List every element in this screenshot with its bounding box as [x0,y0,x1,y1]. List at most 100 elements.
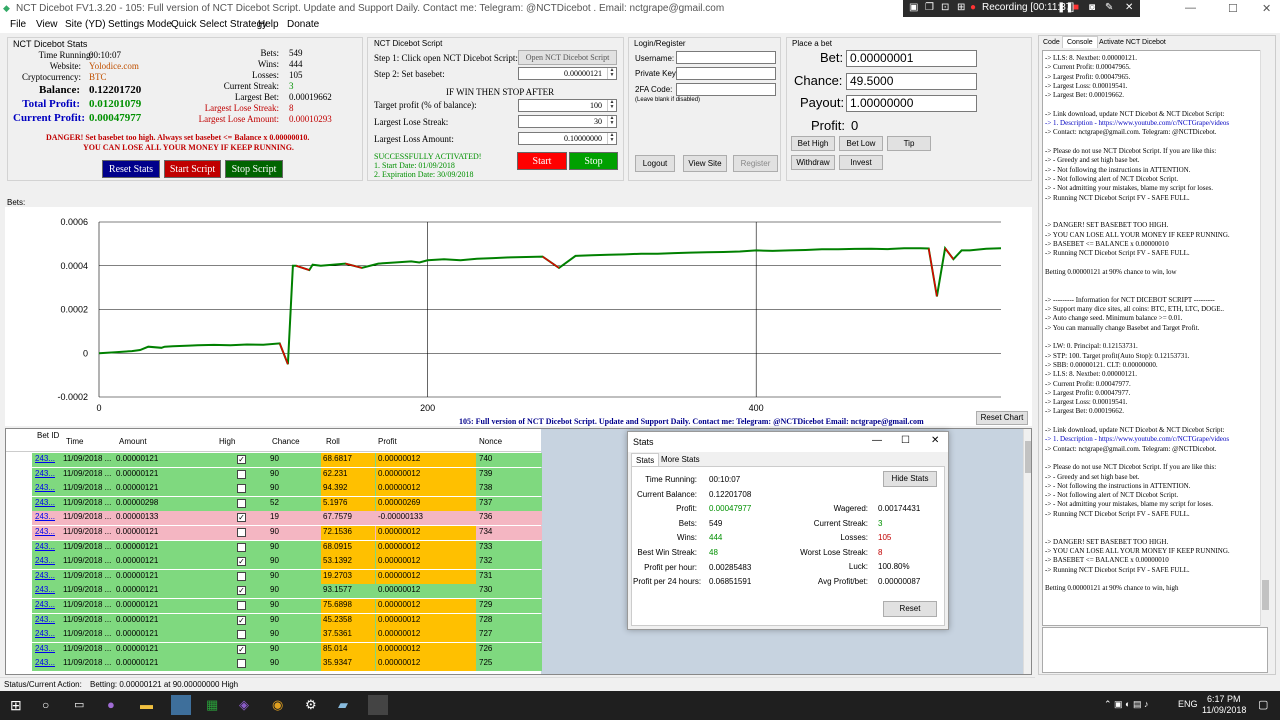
table-row[interactable]: 243... 11/09/2018 ... 0.00000121 90 72.1536 0… [32,526,542,540]
chance-cell: 52 [270,497,279,507]
high-checkbox[interactable] [237,571,246,581]
task-view-icon[interactable]: ▭ [74,698,84,711]
bet-id-link[interactable]: 243... [35,469,55,478]
stats-reset-button[interactable]: Reset [883,601,937,617]
high-checkbox[interactable] [237,659,246,669]
active-app-icon[interactable] [171,695,191,715]
col-profit[interactable]: Profit [378,437,397,446]
bet-id-link[interactable]: 243... [35,600,55,609]
bet-id-link[interactable]: 243... [35,542,55,551]
high-checkbox[interactable]: ✓ [237,513,246,523]
table-row[interactable]: 243... 11/09/2018 ... 0.00000121 90 45.2358 0… [32,613,542,628]
bet-id-link[interactable]: 243... [35,644,55,653]
minimize-icon[interactable]: — [1185,2,1196,14]
console-output: -> LLS: 8. Nextbet: 0.00000121. -> Curren… [1042,50,1268,626]
high-checkbox[interactable] [237,528,246,537]
clock-time[interactable]: 6:17 PM [1207,694,1241,704]
table-row[interactable]: 243... 11/09/2018 ... 0.00000121 90 93.1577 0… [32,584,542,599]
stop-record-icon[interactable]: ■ [1073,2,1079,13]
screenshot-icon[interactable]: ◙ [1089,2,1095,13]
high-checkbox[interactable] [237,601,246,610]
table-row[interactable]: 243... 11/09/2018 ... 0.00000121 90 53.1392 0… [32,555,542,570]
bet-id-link[interactable]: 243... [35,483,55,492]
col-nonce[interactable]: Nonce [479,437,502,446]
stats-tab[interactable]: Stats [631,453,660,467]
console-scroll-thumb[interactable] [1262,580,1269,610]
high-checkbox[interactable]: ✓ [237,644,246,654]
table-row[interactable]: 243... 11/09/2018 ... 0.00000121 90 68.0915 0… [32,540,542,555]
table-row[interactable]: 243... 11/09/2018 ... 0.00000121 90 68.6817 0… [32,453,542,467]
app-1-icon[interactable]: ● [107,697,115,712]
reset-chart-button[interactable]: Reset Chart [976,411,1028,425]
bet-id-link[interactable]: 243... [35,498,55,507]
bet-id-link[interactable]: 243... [35,512,55,521]
language-indicator[interactable]: ENG [1178,699,1198,709]
pen-icon[interactable]: ✎ [1105,2,1113,13]
col-bet-id[interactable]: Bet ID [37,432,59,440]
file-explorer-icon[interactable]: ▬ [140,697,153,712]
stats-minimize-icon[interactable]: — [872,435,882,446]
console-line: -> - Greedy and set high base bet. [1045,156,1140,165]
console-input[interactable] [1042,627,1268,673]
high-checkbox[interactable]: ✓ [237,615,246,625]
stats-close-icon[interactable]: ✕ [931,435,939,446]
table-row[interactable]: 243... 11/09/2018 ... 0.00000121 90 75.6898 0… [32,599,542,613]
chrome-icon[interactable]: ◉ [272,697,283,713]
more-stats-tab[interactable]: More Stats [661,455,700,464]
search-icon[interactable]: ○ [42,698,49,712]
table-row[interactable]: 243... 11/09/2018 ... 0.00000121 90 62.231 0.… [32,467,542,482]
high-checkbox[interactable]: ✓ [237,455,246,464]
table-row[interactable]: 243... 11/09/2018 ... 0.00000121 90 35.9347 0… [32,657,542,672]
bet-id-link[interactable]: 243... [35,527,55,536]
table-row[interactable]: 243... 11/09/2018 ... 0.00000121 90 85.014 0.… [32,642,542,657]
notepad-icon[interactable]: ▰ [338,697,348,713]
col-chance[interactable]: Chance [272,437,300,446]
clock-date[interactable]: 11/09/2018 [1202,705,1246,715]
table-row[interactable]: 243... 11/09/2018 ... 0.00000298 52 5.1976 0.… [32,496,542,511]
hide-stats-button[interactable]: Hide Stats [883,471,937,487]
high-checkbox[interactable] [237,630,246,640]
maximize-icon[interactable]: ☐ [1228,2,1238,15]
close-icon[interactable]: ✕ [1262,2,1271,15]
table-row[interactable]: 243... 11/09/2018 ... 0.00000121 90 37.5361 0… [32,628,542,643]
bet-id-link[interactable]: 243... [35,556,55,565]
bet-id-link[interactable]: 243... [35,454,55,463]
table-scrollbar[interactable] [1023,429,1031,674]
nonce-cell: 737 [479,497,493,507]
visual-studio-icon[interactable]: ◈ [239,697,249,713]
amount-cell: 0.00000121 [116,527,159,536]
col-amount[interactable]: Amount [119,437,147,446]
high-checkbox[interactable] [237,542,246,552]
stats-maximize-icon[interactable]: ☐ [901,435,910,446]
high-checkbox[interactable] [237,484,246,494]
high-checkbox[interactable]: ✓ [237,557,246,567]
table-row[interactable]: 243... 11/09/2018 ... 0.00000121 90 19.2703 0… [32,569,542,584]
bet-id-link[interactable]: 243... [35,571,55,580]
high-checkbox[interactable] [237,498,246,508]
close-record-icon[interactable]: ✕ [1125,2,1133,13]
tray-icons[interactable]: ⌃ ▣ ◐ ▤ ♪ [1104,699,1149,710]
windows-start-icon[interactable]: ⊞ [10,697,22,714]
bet-id-link[interactable]: 243... [35,615,55,624]
settings-gear-icon[interactable]: ⚙ [305,697,317,713]
notifications-icon[interactable]: ▢ [1258,698,1268,711]
col-roll[interactable]: Roll [326,437,340,446]
bet-id-link[interactable]: 243... [35,629,55,638]
excel-icon[interactable]: ▦ [206,697,218,713]
bet-id-link[interactable]: 243... [35,658,55,667]
col-time[interactable]: Time [66,437,83,446]
tab-activate[interactable]: Activate NCT Dicebot [1099,39,1166,46]
table-scroll-thumb[interactable] [1025,441,1031,473]
console-line: -> Current Profit: 0.00047977. [1045,379,1131,388]
high-checkbox[interactable] [237,469,246,479]
table-row[interactable]: 243... 11/09/2018 ... 0.00000133 19 67.7579 -… [32,511,542,526]
tab-code[interactable]: Code [1043,39,1060,46]
tab-console[interactable]: Console [1062,36,1098,48]
console-scrollbar[interactable] [1260,50,1269,626]
table-row[interactable]: 243... 11/09/2018 ... 0.00000121 90 94.392 0.… [32,482,542,497]
dicebot-taskbar-icon[interactable] [368,695,388,715]
col-high[interactable]: High [219,437,235,446]
pause-icon[interactable]: ❚❚ [1057,2,1074,13]
high-checkbox[interactable]: ✓ [237,586,246,596]
bet-id-link[interactable]: 243... [35,585,55,594]
